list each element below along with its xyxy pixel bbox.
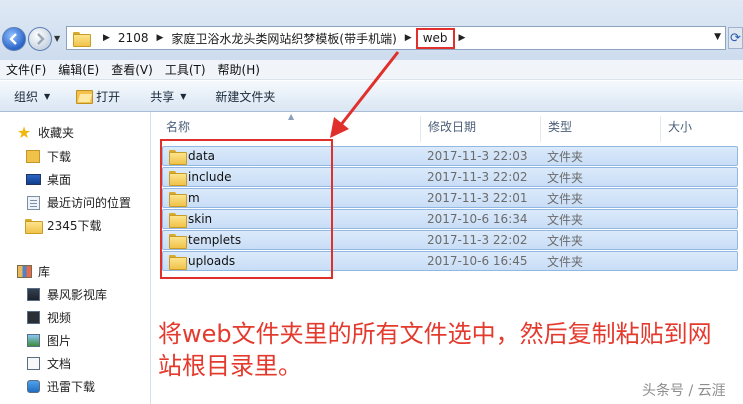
chevron-down-icon: ▼ bbox=[44, 91, 51, 101]
new-folder-button[interactable]: 新建文件夹 bbox=[215, 88, 275, 105]
video-library-icon bbox=[26, 288, 40, 301]
nav-item-label: 暴风影视库 bbox=[47, 288, 108, 302]
nav-item-label: 2345下载 bbox=[47, 219, 102, 233]
menu-help[interactable]: 帮助(H) bbox=[212, 61, 266, 78]
column-divider[interactable] bbox=[540, 116, 541, 142]
file-modified: 2017-11-3 22:01 bbox=[427, 191, 528, 205]
file-modified: 2017-11-3 22:02 bbox=[427, 233, 528, 247]
file-type: 文件夹 bbox=[547, 254, 584, 269]
pictures-icon bbox=[26, 334, 40, 347]
file-type: 文件夹 bbox=[547, 149, 584, 164]
menu-tools[interactable]: 工具(T) bbox=[159, 61, 212, 78]
nav-item-pictures[interactable]: 图片 bbox=[25, 332, 71, 349]
file-type: 文件夹 bbox=[547, 191, 584, 206]
folder-icon bbox=[73, 31, 91, 47]
file-modified: 2017-11-3 22:02 bbox=[427, 170, 528, 184]
column-header-type[interactable]: 类型 bbox=[548, 118, 572, 135]
recent-places-icon bbox=[26, 195, 40, 210]
address-history-dropdown-icon[interactable]: ▼ bbox=[714, 32, 721, 42]
menu-view[interactable]: 查看(V) bbox=[105, 61, 159, 78]
menu-bar: 文件(F) 编辑(E) 查看(V) 工具(T) 帮助(H) bbox=[0, 60, 743, 80]
breadcrumb-web[interactable]: web bbox=[415, 27, 455, 49]
nav-item-label: 迅雷下载 bbox=[47, 380, 96, 394]
file-type: 文件夹 bbox=[547, 170, 584, 185]
nav-item-downloads[interactable]: 下载 bbox=[25, 148, 71, 165]
address-bar-row: ▼ ▶ 2108 ▶ 家庭卫浴水龙头类网站织梦模板(带手机端) ▶ web ▶ … bbox=[0, 0, 743, 60]
breadcrumb-template[interactable]: 家庭卫浴水龙头类网站织梦模板(带手机端) bbox=[171, 30, 396, 47]
forward-button[interactable] bbox=[28, 27, 52, 51]
back-button[interactable] bbox=[2, 27, 26, 51]
new-folder-label: 新建文件夹 bbox=[215, 89, 276, 104]
chevron-down-icon: ▼ bbox=[180, 91, 187, 101]
chevron-right-icon[interactable]: ▶ bbox=[156, 33, 163, 43]
share-label: 共享 bbox=[150, 89, 175, 104]
desktop-icon bbox=[25, 174, 41, 185]
file-type: 文件夹 bbox=[547, 233, 584, 248]
column-header-size[interactable]: 大小 bbox=[668, 118, 692, 135]
nav-favorites-label: 收藏夹 bbox=[38, 126, 75, 140]
organize-button[interactable]: 组织 ▼ bbox=[14, 88, 50, 105]
back-arrow-icon bbox=[9, 33, 17, 45]
command-bar: 组织 ▼ 打开 共享 ▼ 新建文件夹 bbox=[0, 81, 743, 112]
forward-arrow-icon bbox=[37, 33, 45, 45]
nav-item-label: 视频 bbox=[47, 311, 72, 325]
nav-item-label: 桌面 bbox=[47, 173, 72, 187]
nav-item-documents[interactable]: 文档 bbox=[25, 355, 71, 372]
nav-item-thunder-downloads[interactable]: 迅雷下载 bbox=[25, 378, 95, 395]
selection-highlight-box bbox=[160, 139, 333, 279]
libraries-icon bbox=[16, 265, 32, 278]
thunder-download-icon bbox=[26, 380, 40, 393]
nav-item-label: 文档 bbox=[47, 357, 72, 371]
menu-edit[interactable]: 编辑(E) bbox=[52, 61, 105, 78]
address-box[interactable]: ▶ 2108 ▶ 家庭卫浴水龙头类网站织梦模板(带手机端) ▶ web ▶ ▼ bbox=[66, 26, 726, 50]
nav-item-label: 图片 bbox=[47, 334, 72, 348]
share-button[interactable]: 共享 ▼ bbox=[150, 88, 186, 105]
file-modified: 2017-10-6 16:45 bbox=[427, 254, 528, 268]
documents-icon bbox=[26, 357, 40, 370]
nav-item-videos[interactable]: 视频 bbox=[25, 309, 71, 326]
navigation-pane: ★ 收藏夹 下载 桌面 最近访问的位置 2345下载 库 暴风影视库 视频 图片… bbox=[0, 112, 151, 404]
videos-icon bbox=[26, 311, 40, 324]
file-modified: 2017-11-3 22:03 bbox=[427, 149, 528, 163]
folder-icon bbox=[25, 219, 43, 234]
nav-libraries-label: 库 bbox=[38, 265, 51, 279]
nav-favorites[interactable]: ★ 收藏夹 bbox=[16, 124, 74, 141]
refresh-icon: ⟳ bbox=[730, 30, 741, 46]
watermark: 头条号 / 云涯 bbox=[642, 383, 726, 399]
nav-item-label: 最近访问的位置 bbox=[47, 196, 132, 210]
sort-ascending-icon: ▲ bbox=[288, 112, 295, 121]
instruction-note: 将web文件夹里的所有文件选中，然后复制粘贴到网站根目录里。 bbox=[158, 320, 712, 380]
open-label: 打开 bbox=[96, 89, 121, 104]
nav-item-label: 下载 bbox=[47, 150, 72, 164]
nav-item-video-library[interactable]: 暴风影视库 bbox=[25, 286, 107, 303]
breadcrumb-2108[interactable]: 2108 bbox=[118, 31, 149, 45]
column-divider[interactable] bbox=[420, 116, 421, 142]
menu-file[interactable]: 文件(F) bbox=[0, 61, 52, 78]
nav-item-2345-downloads[interactable]: 2345下载 bbox=[25, 217, 102, 234]
file-type: 文件夹 bbox=[547, 212, 584, 227]
open-button[interactable]: 打开 bbox=[76, 88, 120, 105]
star-icon: ★ bbox=[16, 122, 32, 142]
chevron-right-icon[interactable]: ▶ bbox=[405, 33, 412, 43]
nav-item-recent-places[interactable]: 最近访问的位置 bbox=[25, 194, 131, 211]
nav-libraries[interactable]: 库 bbox=[16, 263, 50, 280]
download-folder-icon bbox=[26, 150, 40, 163]
file-modified: 2017-10-6 16:34 bbox=[427, 212, 528, 226]
chevron-right-icon[interactable]: ▶ bbox=[459, 33, 466, 43]
chevron-right-icon[interactable]: ▶ bbox=[103, 33, 110, 43]
column-divider[interactable] bbox=[660, 116, 661, 142]
column-header-name[interactable]: 名称 bbox=[166, 118, 190, 135]
column-header-modified[interactable]: 修改日期 bbox=[428, 118, 476, 135]
organize-label: 组织 bbox=[14, 89, 39, 104]
refresh-button[interactable]: ⟳ bbox=[728, 27, 743, 49]
nav-item-desktop[interactable]: 桌面 bbox=[25, 171, 71, 188]
open-folder-icon bbox=[76, 89, 94, 104]
recent-pages-dropdown-icon[interactable]: ▼ bbox=[54, 34, 60, 43]
